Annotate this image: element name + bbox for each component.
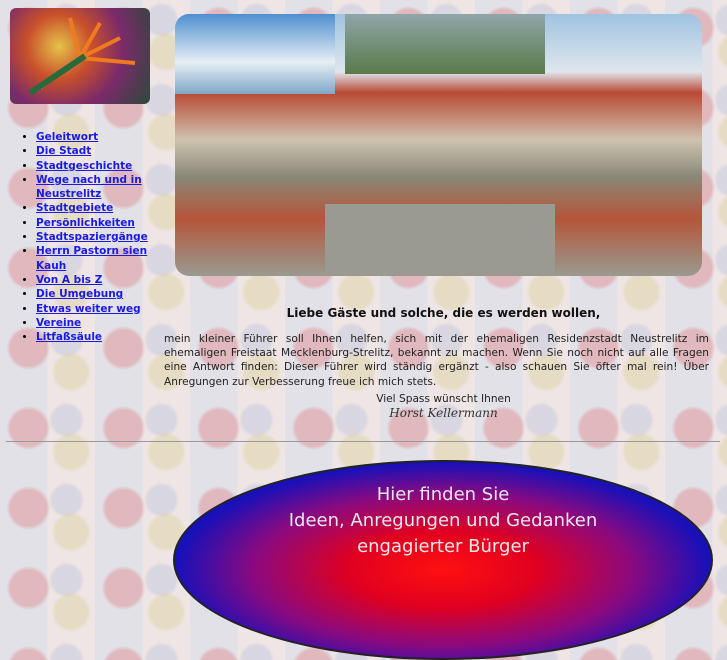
banner-line-1: Hier finden Sie: [376, 484, 510, 505]
flower-logo-image: [10, 8, 150, 104]
nav-link-die-stadt[interactable]: Die Stadt: [36, 145, 91, 157]
nav-item: Persönlichkeiten: [36, 216, 161, 230]
banner-line-2: Ideen, Anregungen und Gedanken: [288, 510, 598, 531]
nav-link-pastorn[interactable]: Herrn Pastorn sien Kauh: [36, 245, 147, 271]
nav-link-a-bis-z[interactable]: Von A bis Z: [36, 274, 102, 286]
nav-link-litfasssaeule[interactable]: Litfaßsäule: [36, 331, 102, 343]
nav-link-stadtspaziergaenge[interactable]: Stadtspaziergänge: [36, 231, 148, 243]
intro-text: mein kleiner Führer soll Ihnen helfen, s…: [164, 333, 709, 388]
greeting-heading: Liebe Gäste und solche, die es werden wo…: [286, 306, 601, 320]
nav-link-geleitwort[interactable]: Geleitwort: [36, 131, 98, 143]
nav-item: Wege nach und in Neustrelitz: [36, 173, 161, 202]
nav-link-umgebung[interactable]: Die Umgebung: [36, 288, 123, 300]
nav-item: Stadtspaziergänge: [36, 230, 161, 244]
nav-item: Von A bis Z: [36, 273, 161, 287]
nav-link-vereine[interactable]: Vereine: [36, 317, 81, 329]
photo-lake-section: [345, 14, 545, 74]
nav-item: Stadtgeschichte: [36, 159, 161, 173]
nav-link-persoenlichkeiten[interactable]: Persönlichkeiten: [36, 217, 135, 229]
ideas-banner[interactable]: Hier finden Sie Ideen, Anregungen und Ge…: [173, 460, 713, 660]
nav-item: Geleitwort: [36, 130, 161, 144]
nav-link-weiter-weg[interactable]: Etwas weiter weg: [36, 303, 141, 315]
nav-link-stadtgeschichte[interactable]: Stadtgeschichte: [36, 160, 132, 172]
divider: [6, 441, 720, 442]
nav-item: Litfaßsäule: [36, 330, 161, 344]
nav-link-stadtgebiete[interactable]: Stadtgebiete: [36, 202, 113, 214]
city-aerial-photo: [175, 14, 702, 276]
nav-item: Die Stadt: [36, 144, 161, 158]
nav-link-wege[interactable]: Wege nach und in Neustrelitz: [36, 174, 142, 200]
signature: Horst Kellermann: [389, 406, 498, 420]
nav-item: Etwas weiter weg: [36, 302, 161, 316]
banner-line-3: engagierter Bürger: [357, 536, 529, 557]
main-navigation: Geleitwort Die Stadt Stadtgeschichte Weg…: [20, 130, 161, 344]
nav-item: Herrn Pastorn sien Kauh: [36, 244, 161, 273]
nav-item: Stadtgebiete: [36, 201, 161, 215]
photo-sky-section: [175, 14, 335, 94]
nav-item: Vereine: [36, 316, 161, 330]
photo-market-square: [325, 204, 555, 274]
closing-text: Viel Spass wünscht Ihnen: [376, 393, 511, 405]
nav-item: Die Umgebung: [36, 287, 161, 301]
